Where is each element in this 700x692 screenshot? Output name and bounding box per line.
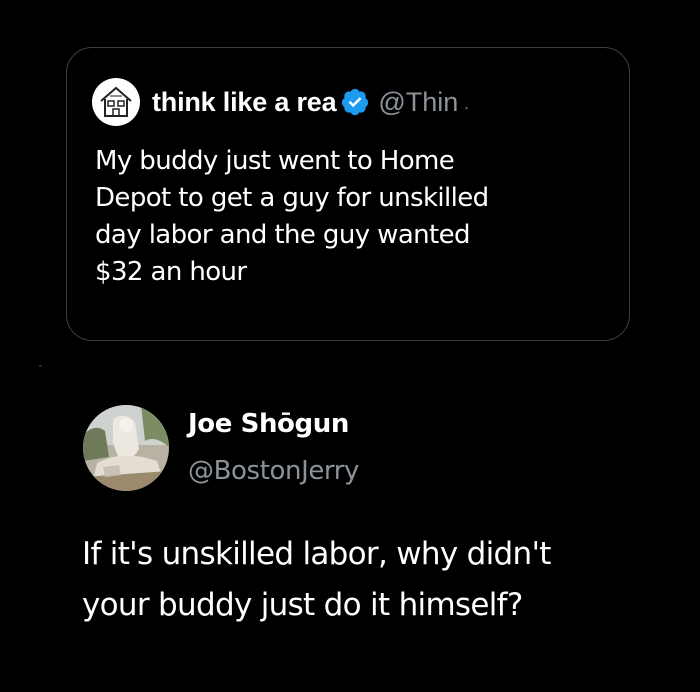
reply-author-handle[interactable]: @BostonJerry xyxy=(188,456,359,486)
quoted-author-handle[interactable]: @Thin xyxy=(378,87,458,118)
quoted-tweet-line: Depot to get a guy for unskilled xyxy=(95,183,489,213)
background-speck xyxy=(39,365,42,367)
quoted-author-avatar[interactable] xyxy=(92,78,140,126)
quoted-tweet-line: My buddy just went to Home xyxy=(95,146,455,176)
reply-tweet-line: your buddy just do it himself? xyxy=(82,587,523,623)
reply-author-name[interactable]: Joe Shōgun xyxy=(188,409,349,439)
quoted-tweet-card[interactable]: think like a rea @Thin ⸱ My buddy just w… xyxy=(66,47,630,341)
reply-author-avatar[interactable] xyxy=(83,405,169,491)
quoted-tweet-line: $32 an hour xyxy=(95,257,247,287)
quoted-tweet-text: My buddy just went to Home Depot to get … xyxy=(95,143,595,291)
reply-tweet-text: If it's unskilled labor, why didn't your… xyxy=(82,529,662,631)
truncation-mark-icon: ⸱ xyxy=(464,99,469,118)
reply-tweet-line: If it's unskilled labor, why didn't xyxy=(82,536,551,572)
quoted-tweet-line: day labor and the guy wanted xyxy=(95,220,471,250)
profile-photo-icon xyxy=(83,405,169,491)
house-sketch-icon xyxy=(100,86,132,117)
quoted-tweet-header: think like a rea @Thin ⸱ xyxy=(92,77,469,127)
quoted-author-name[interactable]: think like a rea xyxy=(152,87,337,118)
verified-badge-icon xyxy=(342,88,369,116)
